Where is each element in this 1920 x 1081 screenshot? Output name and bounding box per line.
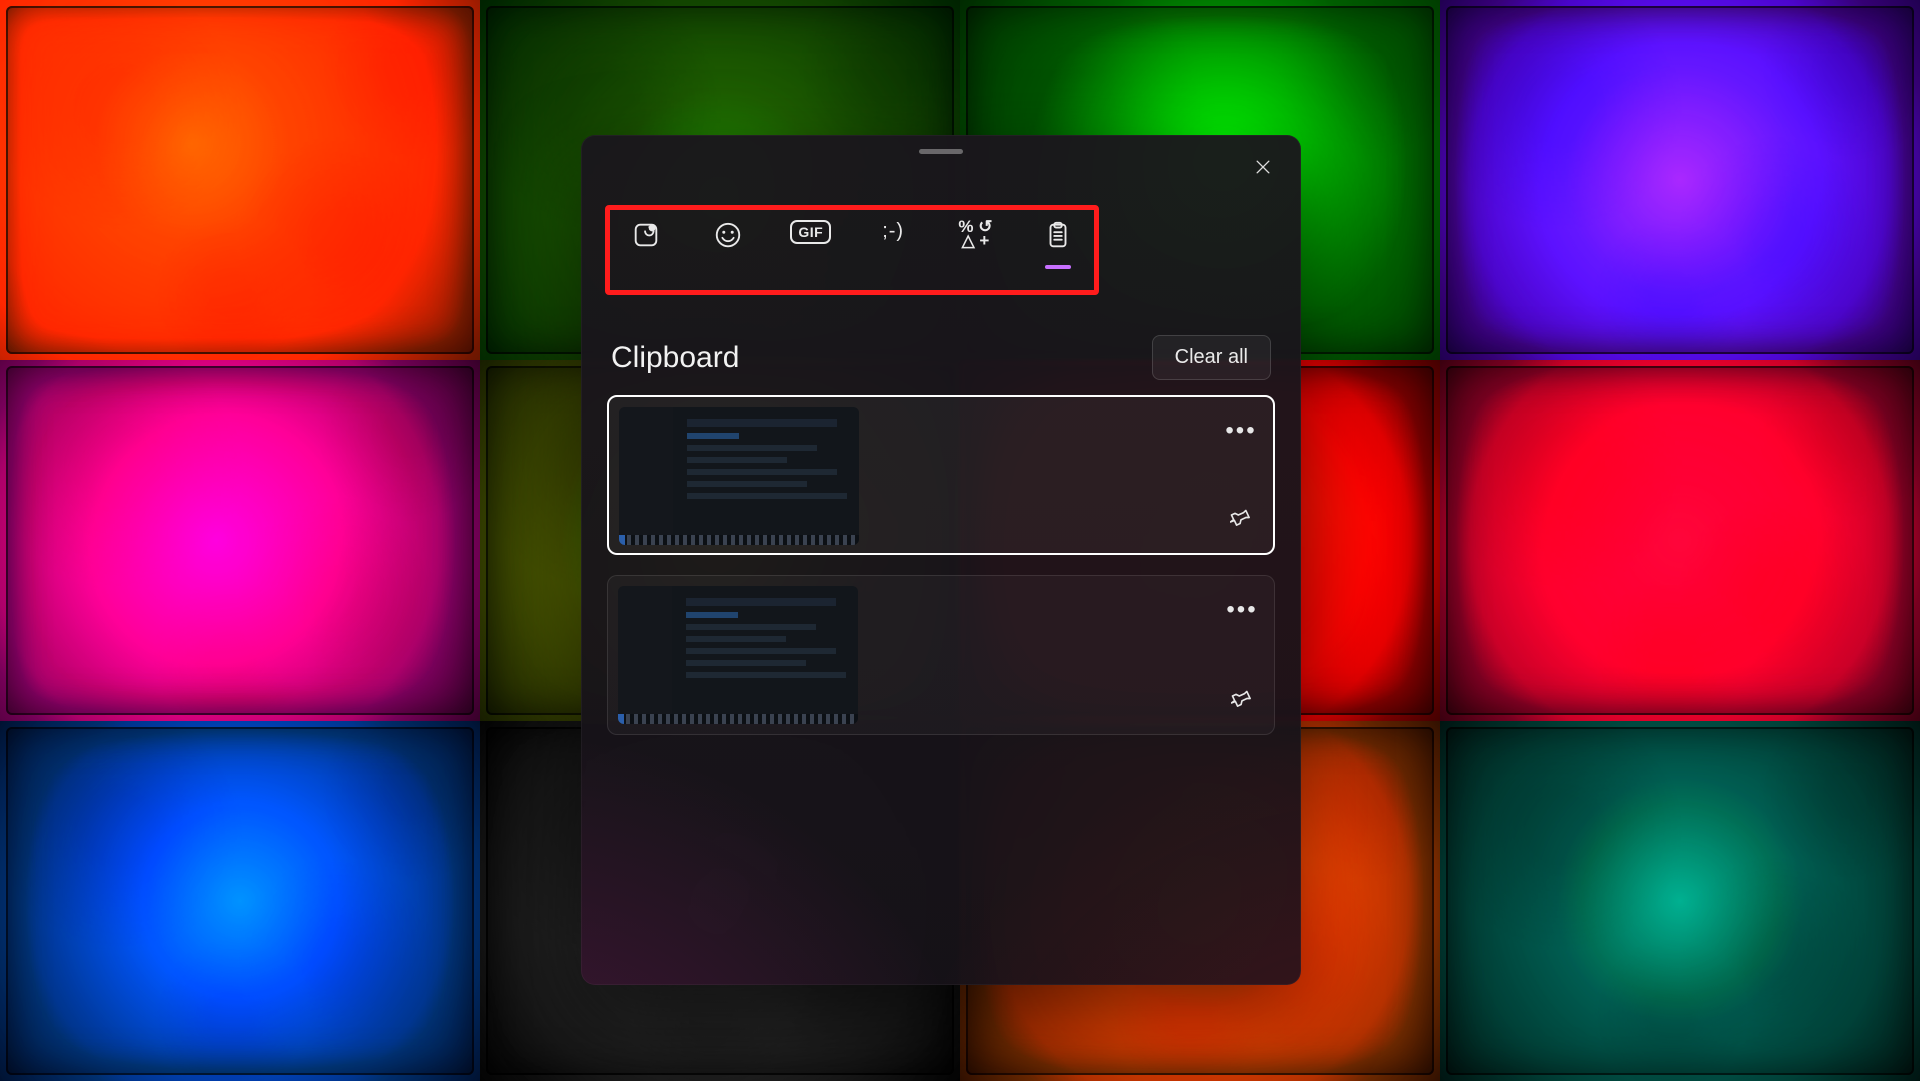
tab-gif[interactable]: GIF <box>789 220 833 258</box>
clipboard-item[interactable]: ••• <box>607 575 1275 735</box>
item-pin-button[interactable] <box>1224 682 1260 718</box>
section-title: Clipboard <box>611 341 739 375</box>
clipboard-icon <box>1043 220 1073 255</box>
item-more-button[interactable]: ••• <box>1224 592 1260 628</box>
gif-icon: GIF <box>790 220 831 244</box>
close-icon <box>1253 157 1273 182</box>
symbols-icon: % ↺△ + <box>958 220 992 248</box>
emoji-icon <box>713 220 743 255</box>
emoji-clipboard-panel: GIF ;-) % ↺△ + Clipboard Clear all <box>581 135 1301 985</box>
close-button[interactable] <box>1247 153 1279 185</box>
pin-icon <box>1230 506 1252 533</box>
recent-icon <box>631 220 661 255</box>
tab-emoji[interactable] <box>706 220 750 269</box>
pin-icon <box>1231 687 1253 714</box>
category-tab-row-highlight: GIF ;-) % ↺△ + <box>605 205 1099 295</box>
tab-symbols[interactable]: % ↺△ + <box>953 220 997 262</box>
item-more-button[interactable]: ••• <box>1223 413 1259 449</box>
tab-kaomoji[interactable]: ;-) <box>871 220 915 257</box>
item-pin-button[interactable] <box>1223 501 1259 537</box>
clear-all-button[interactable]: Clear all <box>1152 335 1271 380</box>
tab-recent[interactable] <box>624 220 668 269</box>
clipboard-item-list: ••• ••• <box>607 395 1275 735</box>
clipboard-thumbnail <box>618 586 858 724</box>
clipboard-item[interactable]: ••• <box>607 395 1275 555</box>
kaomoji-icon: ;-) <box>882 220 904 243</box>
clipboard-thumbnail <box>619 407 859 545</box>
drag-handle[interactable] <box>919 149 963 154</box>
tab-clipboard[interactable] <box>1036 220 1080 269</box>
